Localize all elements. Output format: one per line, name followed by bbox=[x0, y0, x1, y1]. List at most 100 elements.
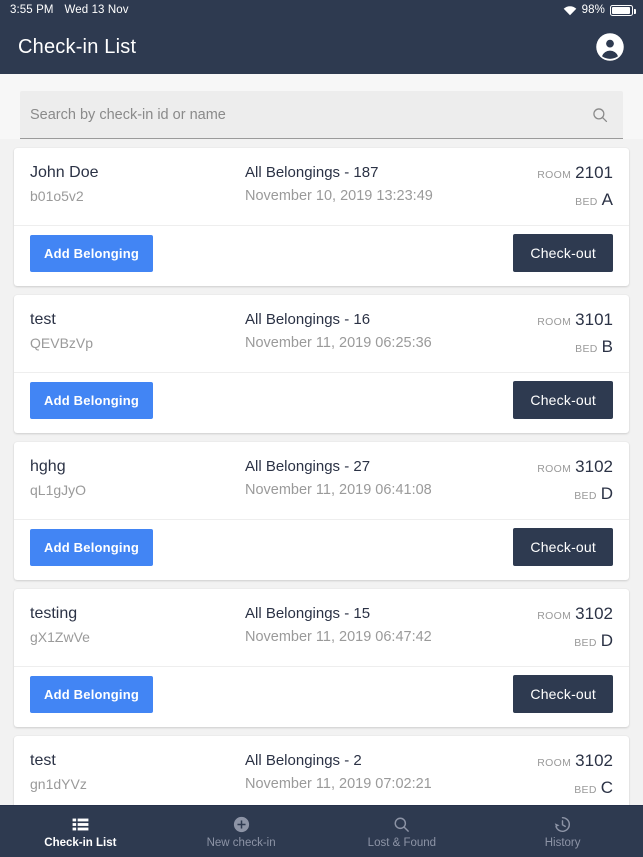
guest-name: testing bbox=[30, 605, 78, 622]
bed-line: BED B bbox=[521, 336, 613, 360]
checkin-id: b01o5v2 bbox=[30, 188, 84, 204]
room-value: 3101 bbox=[575, 310, 613, 329]
belongings-info: All Belongings - 2 November 11, 2019 07:… bbox=[245, 750, 521, 795]
nav-tab-label: New check-in bbox=[206, 836, 276, 849]
room-value: 3102 bbox=[575, 604, 613, 623]
room-bed-info: ROOM 2101 BED A bbox=[521, 162, 613, 213]
belongings-count: All Belongings - 16 bbox=[245, 311, 371, 328]
guest-name: hghg bbox=[30, 458, 66, 475]
nav-tab-history[interactable]: History bbox=[482, 806, 643, 857]
room-bed-info: ROOM 3102 BED C bbox=[521, 750, 613, 801]
add-belonging-button[interactable]: Add Belonging bbox=[30, 234, 154, 272]
room-line: ROOM 2101 bbox=[521, 162, 613, 186]
checkin-card[interactable]: test gn1dYVz All Belongings - 2 November… bbox=[14, 736, 629, 805]
bed-label: BED bbox=[574, 637, 597, 649]
card-summary: test gn1dYVz All Belongings - 2 November… bbox=[14, 736, 629, 805]
card-actions: Add Belonging Check-out bbox=[14, 666, 629, 727]
add-belonging-button[interactable]: Add Belonging bbox=[30, 675, 154, 713]
room-value: 3102 bbox=[575, 457, 613, 476]
room-label: ROOM bbox=[537, 463, 572, 475]
card-summary: test QEVBzVp All Belongings - 16 Novembe… bbox=[14, 295, 629, 372]
check-out-button[interactable]: Check-out bbox=[513, 381, 613, 419]
checkin-list: John Doe b01o5v2 All Belongings - 187 No… bbox=[0, 139, 643, 805]
room-label: ROOM bbox=[537, 757, 572, 769]
checkin-id: QEVBzVp bbox=[30, 335, 94, 351]
bed-line: BED D bbox=[521, 630, 613, 654]
belongings-count: All Belongings - 15 bbox=[245, 605, 371, 622]
account-circle-icon[interactable] bbox=[595, 32, 625, 62]
checkin-datetime: November 11, 2019 07:02:21 bbox=[245, 776, 432, 792]
room-label: ROOM bbox=[537, 169, 572, 181]
card-summary: testing gX1ZwVe All Belongings - 15 Nove… bbox=[14, 589, 629, 666]
guest-info: test QEVBzVp bbox=[30, 309, 245, 354]
history-clock-icon bbox=[554, 816, 571, 832]
card-summary: hghg qL1gJyO All Belongings - 27 Novembe… bbox=[14, 442, 629, 519]
bed-label: BED bbox=[574, 784, 597, 796]
checkin-card[interactable]: hghg qL1gJyO All Belongings - 27 Novembe… bbox=[14, 442, 629, 580]
bed-line: BED C bbox=[521, 777, 613, 801]
nav-tab-check-in-list[interactable]: Check-in List bbox=[0, 806, 161, 857]
checkin-card[interactable]: testing gX1ZwVe All Belongings - 15 Nove… bbox=[14, 589, 629, 727]
nav-tab-label: History bbox=[544, 836, 581, 849]
card-actions: Add Belonging Check-out bbox=[14, 372, 629, 433]
room-value: 2101 bbox=[575, 163, 613, 182]
bottom-navigation: Check-in List New check-in Lost & Found His… bbox=[0, 805, 643, 857]
belongings-info: All Belongings - 16 November 11, 2019 06… bbox=[245, 309, 521, 354]
bed-line: BED A bbox=[521, 189, 613, 213]
bed-label: BED bbox=[575, 196, 598, 208]
checkin-card[interactable]: John Doe b01o5v2 All Belongings - 187 No… bbox=[14, 148, 629, 286]
search-section bbox=[0, 74, 643, 139]
nav-tab-new-check-in[interactable]: New check-in bbox=[161, 806, 322, 857]
nav-tab-label: Lost & Found bbox=[367, 836, 437, 849]
check-out-button[interactable]: Check-out bbox=[513, 675, 613, 713]
checkin-datetime: November 11, 2019 06:41:08 bbox=[245, 482, 432, 498]
add-belonging-button[interactable]: Add Belonging bbox=[30, 528, 154, 566]
search-input[interactable] bbox=[30, 106, 591, 123]
room-line: ROOM 3102 bbox=[521, 750, 613, 774]
bed-label: BED bbox=[574, 490, 597, 502]
check-out-button[interactable]: Check-out bbox=[513, 528, 613, 566]
nav-tab-label: Check-in List bbox=[44, 836, 117, 849]
checkin-card[interactable]: test QEVBzVp All Belongings - 16 Novembe… bbox=[14, 295, 629, 433]
wifi-icon bbox=[563, 5, 576, 15]
search-bar[interactable] bbox=[20, 91, 623, 139]
bed-value: A bbox=[601, 190, 613, 209]
bed-value: B bbox=[601, 337, 613, 356]
app-screen: 3:55 PM Wed 13 Nov 98% Check-in List Sea… bbox=[0, 0, 643, 857]
guest-info: testing gX1ZwVe bbox=[30, 603, 245, 648]
status-bar: 3:55 PM Wed 13 Nov 98% bbox=[0, 0, 643, 20]
belongings-info: All Belongings - 187 November 10, 2019 1… bbox=[245, 162, 521, 207]
room-value: 3102 bbox=[575, 751, 613, 770]
checkin-id: gn1dYVz bbox=[30, 776, 87, 792]
guest-name: test bbox=[30, 752, 56, 769]
search-icon bbox=[394, 817, 410, 832]
room-line: ROOM 3102 bbox=[521, 456, 613, 480]
guest-info: John Doe b01o5v2 bbox=[30, 162, 245, 207]
room-line: ROOM 3102 bbox=[521, 603, 613, 627]
checkin-datetime: November 11, 2019 06:25:36 bbox=[245, 335, 432, 351]
status-bar-indicators: 98% bbox=[563, 4, 636, 16]
card-summary: John Doe b01o5v2 All Belongings - 187 No… bbox=[14, 148, 629, 225]
guest-name: John Doe bbox=[30, 164, 99, 181]
bed-line: BED D bbox=[521, 483, 613, 507]
room-label: ROOM bbox=[537, 316, 572, 328]
checkin-id: qL1gJyO bbox=[30, 482, 87, 498]
status-bar-time: 3:55 PM bbox=[10, 4, 54, 16]
guest-name: test bbox=[30, 311, 56, 328]
guest-info: test gn1dYVz bbox=[30, 750, 245, 795]
bed-label: BED bbox=[575, 343, 598, 355]
status-bar-date: Wed 13 Nov bbox=[64, 4, 129, 16]
room-bed-info: ROOM 3102 BED D bbox=[521, 603, 613, 654]
search-icon[interactable] bbox=[591, 106, 609, 124]
add-belonging-button[interactable]: Add Belonging bbox=[30, 381, 154, 419]
battery-percent-label: 98% bbox=[581, 4, 605, 16]
checkin-id: gX1ZwVe bbox=[30, 629, 90, 645]
nav-tab-lost-found[interactable]: Lost & Found bbox=[322, 806, 483, 857]
room-bed-info: ROOM 3101 BED B bbox=[521, 309, 613, 360]
room-label: ROOM bbox=[537, 610, 572, 622]
checkin-datetime: November 10, 2019 13:23:49 bbox=[245, 188, 433, 204]
room-line: ROOM 3101 bbox=[521, 309, 613, 333]
belongings-count: All Belongings - 2 bbox=[245, 752, 362, 769]
belongings-info: All Belongings - 27 November 11, 2019 06… bbox=[245, 456, 521, 501]
check-out-button[interactable]: Check-out bbox=[513, 234, 613, 272]
